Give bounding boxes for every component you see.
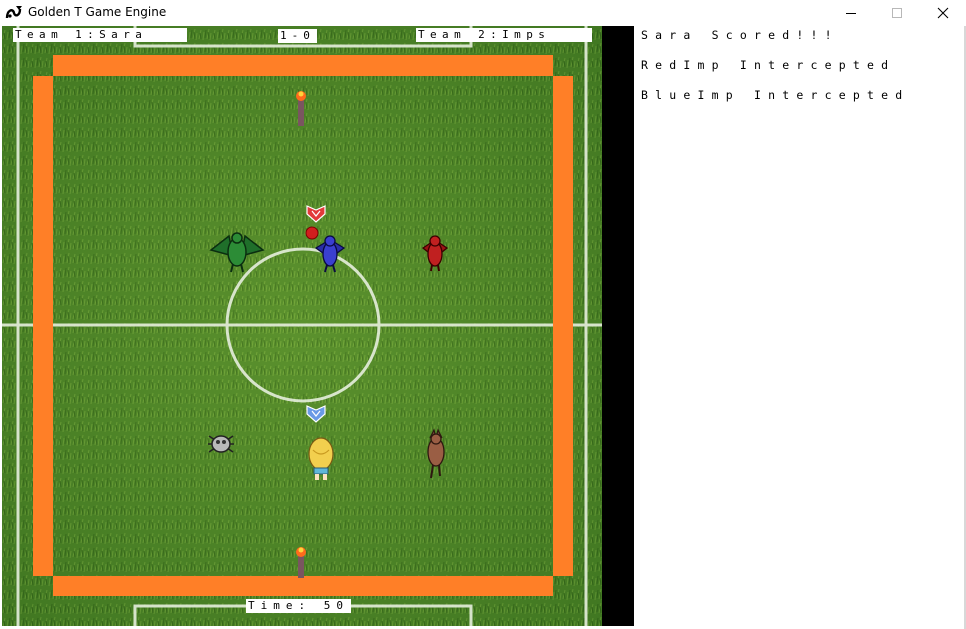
game-window: Golden T Game Engine Team 1:Sara 1-0 Tea… xyxy=(0,0,966,629)
pitch xyxy=(2,26,602,626)
maximize-button[interactable] xyxy=(874,0,920,26)
time-label: Time: xyxy=(248,599,312,612)
red-ball[interactable] xyxy=(305,226,319,240)
minimize-icon xyxy=(846,13,856,14)
game-canvas[interactable]: Team 1:Sara 1-0 Team 2:Imps Time: 50 xyxy=(2,26,602,626)
event-log: Sara Scored!!! RedImp Intercepted BlueIm… xyxy=(634,26,964,626)
divider-panel xyxy=(602,26,634,626)
log-entry: RedImp Intercepted xyxy=(641,58,896,72)
minimize-button[interactable] xyxy=(828,0,874,26)
team2-label: Team 2:Imps xyxy=(416,28,592,42)
time-display: Time: 50 xyxy=(246,599,351,613)
maximize-icon xyxy=(892,8,902,18)
log-entry: BlueImp Intercepted xyxy=(641,88,910,102)
close-button[interactable] xyxy=(920,0,966,26)
team1-label: Team 1:Sara xyxy=(13,28,187,42)
grey-spider[interactable] xyxy=(208,435,234,453)
window-title: Golden T Game Engine xyxy=(28,5,167,19)
golden-t-logo-icon xyxy=(5,6,22,19)
log-entry: Sara Scored!!! xyxy=(641,28,839,42)
time-value: 50 xyxy=(323,599,349,612)
score-display: 1-0 xyxy=(278,29,317,43)
close-icon xyxy=(937,7,949,19)
title-bar[interactable]: Golden T Game Engine xyxy=(0,0,966,26)
